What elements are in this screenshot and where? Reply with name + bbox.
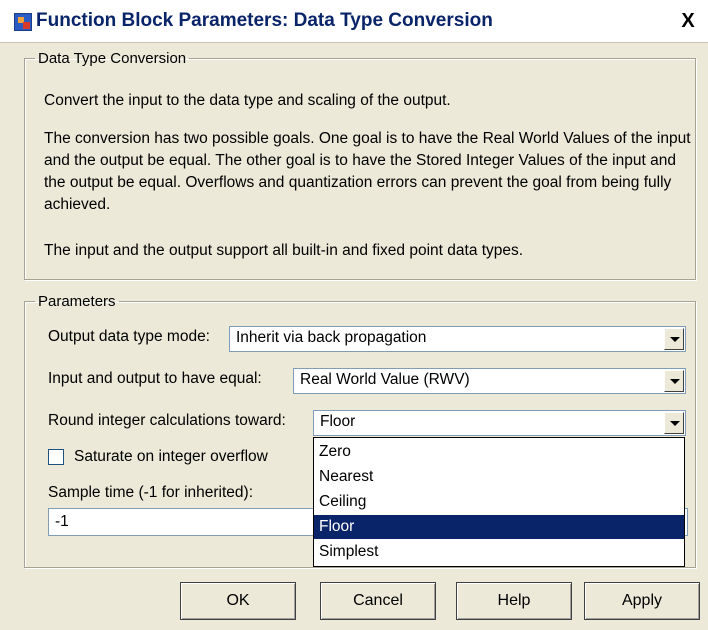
parameters-legend: Parameters	[38, 293, 116, 310]
round-option-ceiling[interactable]: Ceiling	[314, 490, 684, 514]
apply-button[interactable]: Apply	[584, 582, 700, 620]
chevron-down-icon[interactable]	[664, 328, 684, 350]
output-mode-value: Inherit via back propagation	[236, 329, 427, 346]
equal-value: Real World Value (RWV)	[300, 371, 470, 388]
round-select[interactable]: Floor	[313, 410, 686, 436]
description-text-1: Convert the input to the data type and s…	[44, 92, 451, 109]
round-option-simplest[interactable]: Simplest	[314, 540, 684, 564]
equal-select[interactable]: Real World Value (RWV)	[293, 368, 686, 394]
round-label: Round integer calculations toward:	[48, 412, 286, 429]
round-option-nearest[interactable]: Nearest	[314, 465, 684, 489]
round-option-zero[interactable]: Zero	[314, 440, 684, 464]
output-mode-label: Output data type mode:	[48, 328, 210, 345]
saturate-checkbox[interactable]	[48, 449, 64, 465]
equal-label: Input and output to have equal:	[48, 370, 262, 387]
description-text-3: The input and the output support all bui…	[44, 242, 524, 259]
ok-button[interactable]: OK	[180, 582, 296, 620]
title-bar[interactable]: Function Block Parameters: Data Type Con…	[0, 0, 708, 43]
close-button[interactable]: X	[676, 10, 700, 32]
sample-time-label: Sample time (-1 for inherited):	[48, 484, 254, 501]
cancel-button[interactable]: Cancel	[320, 582, 436, 620]
saturate-label[interactable]: Saturate on integer overflow	[74, 448, 268, 466]
chevron-down-icon[interactable]	[664, 412, 684, 434]
simulink-block-icon	[14, 13, 32, 31]
round-option-floor[interactable]: Floor	[314, 515, 684, 539]
dialog-window: Function Block Parameters: Data Type Con…	[0, 0, 708, 630]
description-legend: Data Type Conversion	[38, 50, 187, 67]
help-button[interactable]: Help	[456, 582, 572, 620]
window-title: Function Block Parameters: Data Type Con…	[36, 10, 493, 31]
round-dropdown-list: Zero Nearest Ceiling Floor Simplest	[313, 437, 685, 567]
round-value: Floor	[320, 413, 356, 430]
output-mode-select[interactable]: Inherit via back propagation	[229, 326, 686, 352]
description-text-2: The conversion has two possible goals. O…	[44, 130, 691, 213]
chevron-down-icon[interactable]	[664, 370, 684, 392]
